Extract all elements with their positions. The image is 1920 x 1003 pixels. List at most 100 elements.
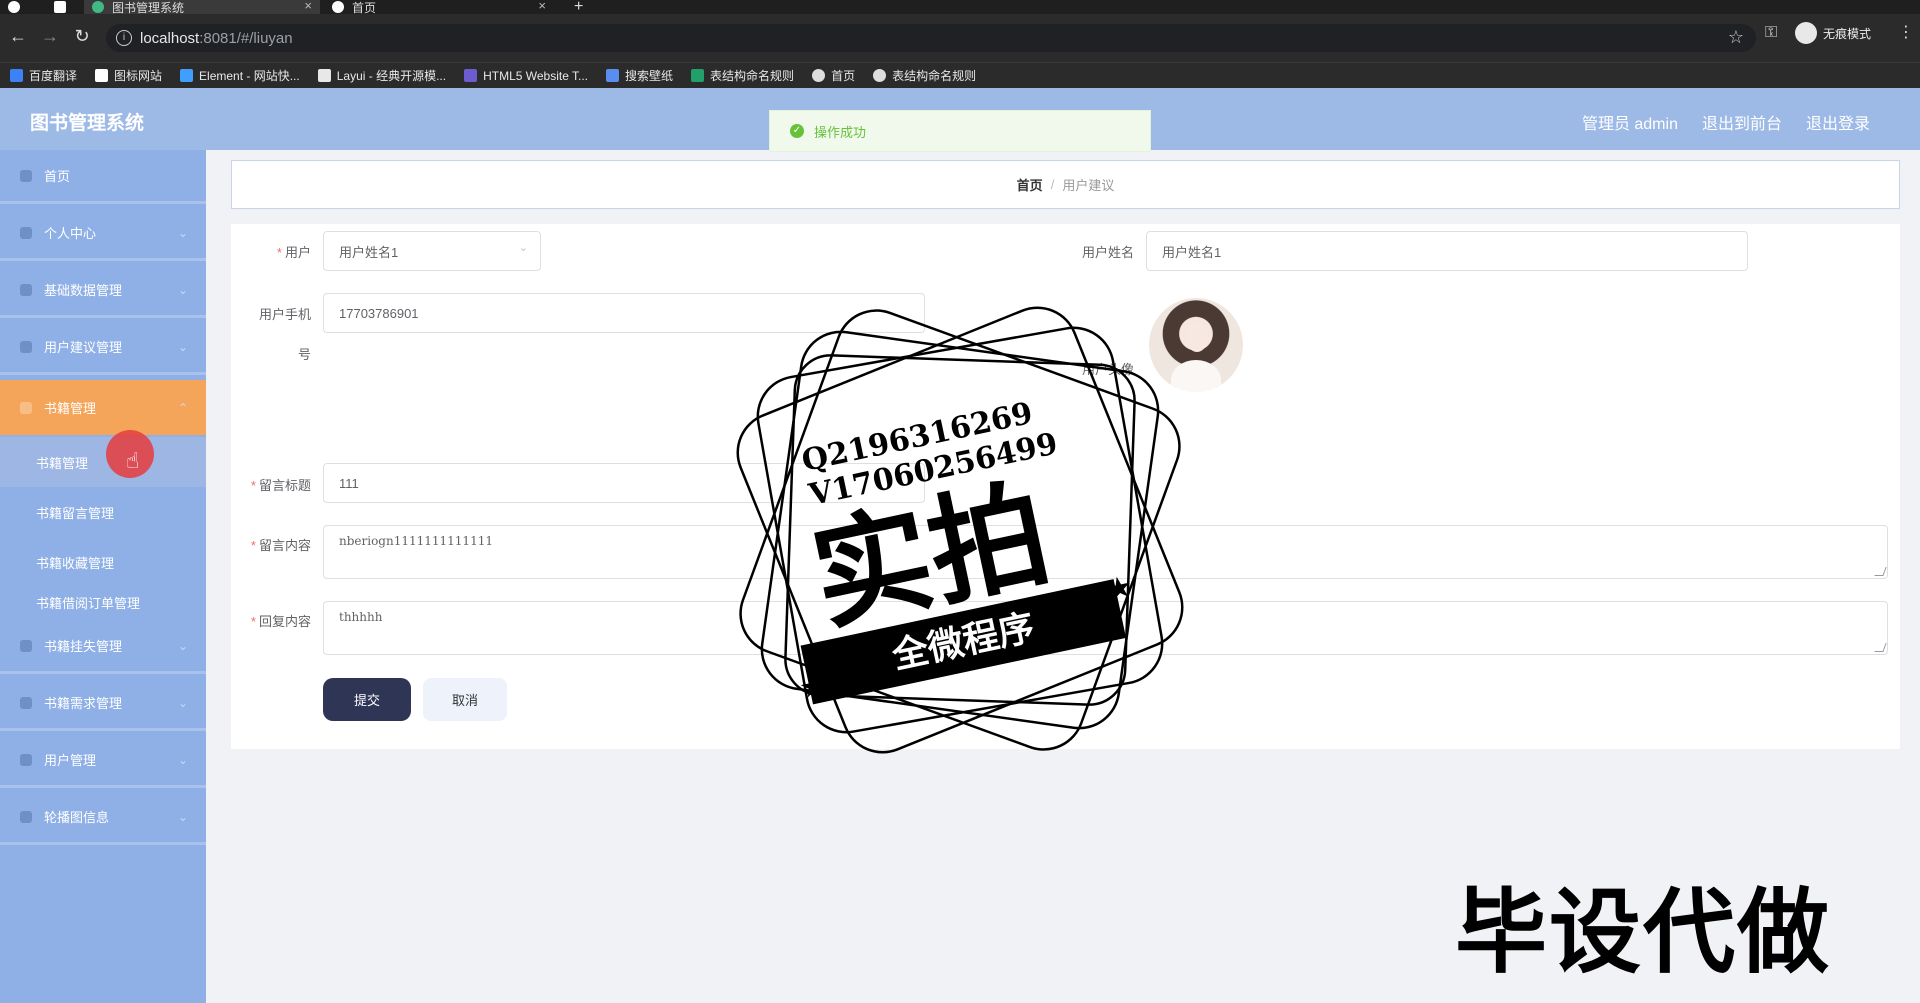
tab-close-icon[interactable]: × (538, 0, 546, 13)
sidebar-item-users[interactable]: 用户管理 ⌄ (0, 734, 206, 788)
success-toast: ✓ 操作成功 (769, 110, 1151, 152)
back-arrow-icon[interactable]: ← (6, 26, 30, 47)
chevron-down-icon: ⌄ (177, 339, 188, 354)
sidebar-item-suggestions[interactable]: 用户建议管理 ⌄ (0, 321, 206, 375)
globe-icon (812, 69, 826, 82)
alert-icon (20, 639, 32, 652)
layui-icon (317, 69, 331, 82)
sidebar-item-profile[interactable]: 个人中心 ⌄ (0, 207, 206, 261)
resize-handle-icon[interactable] (1874, 643, 1887, 652)
logout-link[interactable]: 退出登录 (1806, 110, 1870, 134)
title-label: * 留言标题 (250, 478, 311, 493)
sidebar-subitem-books[interactable]: 书籍管理 (0, 437, 206, 487)
reply-label: * 回复内容 (250, 614, 311, 629)
phone-label: 用户手机 (258, 307, 311, 322)
bookmark-item[interactable]: 图标网站 (95, 67, 162, 84)
chevron-down-icon: ⌄ (177, 282, 188, 297)
sheet-icon (691, 69, 705, 82)
globe-icon (332, 1, 344, 13)
new-tab-icon[interactable]: + (574, 0, 594, 14)
content-label: * 留言内容 (250, 538, 311, 553)
header-links: 管理员 admin 退出到前台 退出登录 (1582, 110, 1870, 134)
breadcrumb-separator: / (1050, 177, 1055, 192)
image-icon (20, 810, 32, 823)
username-label: 用户姓名 (1081, 245, 1134, 260)
globe-icon (873, 69, 887, 82)
sidebar-item-book-demand[interactable]: 书籍需求管理 ⌄ (0, 677, 206, 731)
browser-tab-strip: 图书管理系统 × 首页 × + (0, 0, 1920, 14)
star-icon: ★ (1103, 570, 1136, 608)
breadcrumb-home[interactable]: 首页 (1017, 175, 1043, 194)
bookmarks-bar: 百度翻译 图标网站 Element - 网站快... Layui - 经典开源模… (0, 62, 1920, 88)
toast-message: 操作成功 (814, 124, 867, 140)
breadcrumb-current: 用户建议 (1062, 178, 1115, 193)
wallpaper-icon (606, 69, 620, 82)
bookmark-item[interactable]: 首页 (812, 67, 855, 84)
reload-icon[interactable]: ↻ (70, 26, 94, 47)
forward-arrow-icon[interactable]: → (38, 26, 62, 47)
browser-tab-active[interactable]: 图书管理系统 × (84, 0, 320, 14)
book-icon (20, 401, 32, 414)
incognito-label: 无痕模式 (1823, 26, 1872, 41)
more-menu-icon[interactable]: ⋮ (1898, 22, 1914, 42)
hand-cursor-icon: ☝ (126, 448, 140, 473)
cancel-button[interactable]: 取消 (423, 678, 507, 721)
bookmark-item[interactable]: 表结构命名规则 (691, 67, 794, 84)
check-circle-icon: ✓ (790, 124, 804, 138)
exit-to-frontend-link[interactable]: 退出到前台 (1702, 110, 1782, 134)
bookmark-item[interactable]: Element - 网站快... (180, 67, 300, 84)
breadcrumb: 首页 / 用户建议 (231, 160, 1900, 209)
username-field[interactable]: 用户姓名1 (1146, 231, 1748, 271)
sidebar-subitem-borrow-orders[interactable]: 书籍借阅订单管理 (0, 587, 206, 617)
bookmark-item[interactable]: 表结构命名规则 (873, 67, 976, 84)
tab-title: 首页 (352, 0, 377, 15)
bookmark-item[interactable]: Layui - 经典开源模... (317, 67, 446, 84)
bookmark-star-icon[interactable]: ☆ (1728, 27, 1744, 48)
chevron-down-icon: ⌄ (177, 809, 188, 824)
browser-profile-icon[interactable] (0, 0, 30, 14)
sidebar-item-carousel[interactable]: 轮播图信息 ⌄ (0, 791, 206, 845)
chevron-up-icon: ⌃ (177, 400, 188, 415)
bookmark-item[interactable]: HTML5 Website T... (464, 69, 588, 83)
app-title: 图书管理系统 (30, 113, 145, 134)
bookmark-item[interactable]: 搜索壁纸 (606, 67, 673, 84)
bookmark-item[interactable]: 百度翻译 (10, 67, 77, 84)
sidebar-item-book-loss[interactable]: 书籍挂失管理 ⌄ (0, 620, 206, 674)
element-icon (180, 69, 194, 82)
flag-icon (95, 69, 109, 82)
chevron-down-icon: ⌄ (518, 242, 528, 254)
sidebar-subitem-book-comments[interactable]: 书籍留言管理 (0, 487, 206, 537)
home-icon (20, 169, 32, 182)
sidebar-item-home[interactable]: 首页 (0, 150, 206, 204)
browser-window-icon[interactable] (46, 0, 76, 14)
sidebar-item-books[interactable]: 书籍管理 ⌃ (0, 380, 206, 435)
chevron-down-icon: ⌄ (177, 225, 188, 240)
chevron-down-icon: ⌄ (177, 695, 188, 710)
bookmark-icon (10, 69, 23, 82)
user-select[interactable]: 用户姓名1 ⌄ (323, 231, 541, 271)
database-icon (20, 283, 32, 296)
user-label: * 用户 (276, 245, 311, 260)
tab-close-icon[interactable]: × (304, 0, 312, 13)
vue-icon (92, 1, 104, 13)
admin-label: 管理员 admin (1581, 116, 1678, 133)
sidebar-item-base-data[interactable]: 基础数据管理 ⌄ (0, 264, 206, 318)
send-icon (20, 696, 32, 709)
resize-handle-icon[interactable] (1874, 567, 1887, 576)
browser-toolbar: ← → ↻ i localhost:8081/#/liuyan ☆ ⚿ 无痕模式… (0, 14, 1920, 62)
incognito-indicator[interactable]: 无痕模式 (1795, 22, 1871, 44)
incognito-icon (1795, 22, 1817, 44)
phone-label-wrap: 号 (297, 347, 311, 362)
address-bar[interactable]: i localhost:8081/#/liuyan ☆ (106, 24, 1756, 52)
sidebar-subitem-book-favorites[interactable]: 书籍收藏管理 (0, 537, 206, 587)
key-icon[interactable]: ⚿ (1765, 24, 1777, 42)
info-icon[interactable]: i (116, 30, 132, 46)
submit-button[interactable]: 提交 (323, 678, 411, 721)
user-icon (20, 226, 32, 239)
tab-title: 图书管理系统 (112, 0, 185, 15)
url-text: localhost:8081/#/liuyan (140, 30, 293, 47)
chevron-down-icon: ⌄ (177, 752, 188, 767)
html5-icon (464, 69, 478, 82)
sidebar: 首页 个人中心 ⌄ 基础数据管理 ⌄ 用户建议管理 ⌄ 书籍管理 ⌃ 书籍管理 书籍留言… (0, 150, 206, 1003)
browser-tab[interactable]: 首页 × (324, 0, 554, 14)
